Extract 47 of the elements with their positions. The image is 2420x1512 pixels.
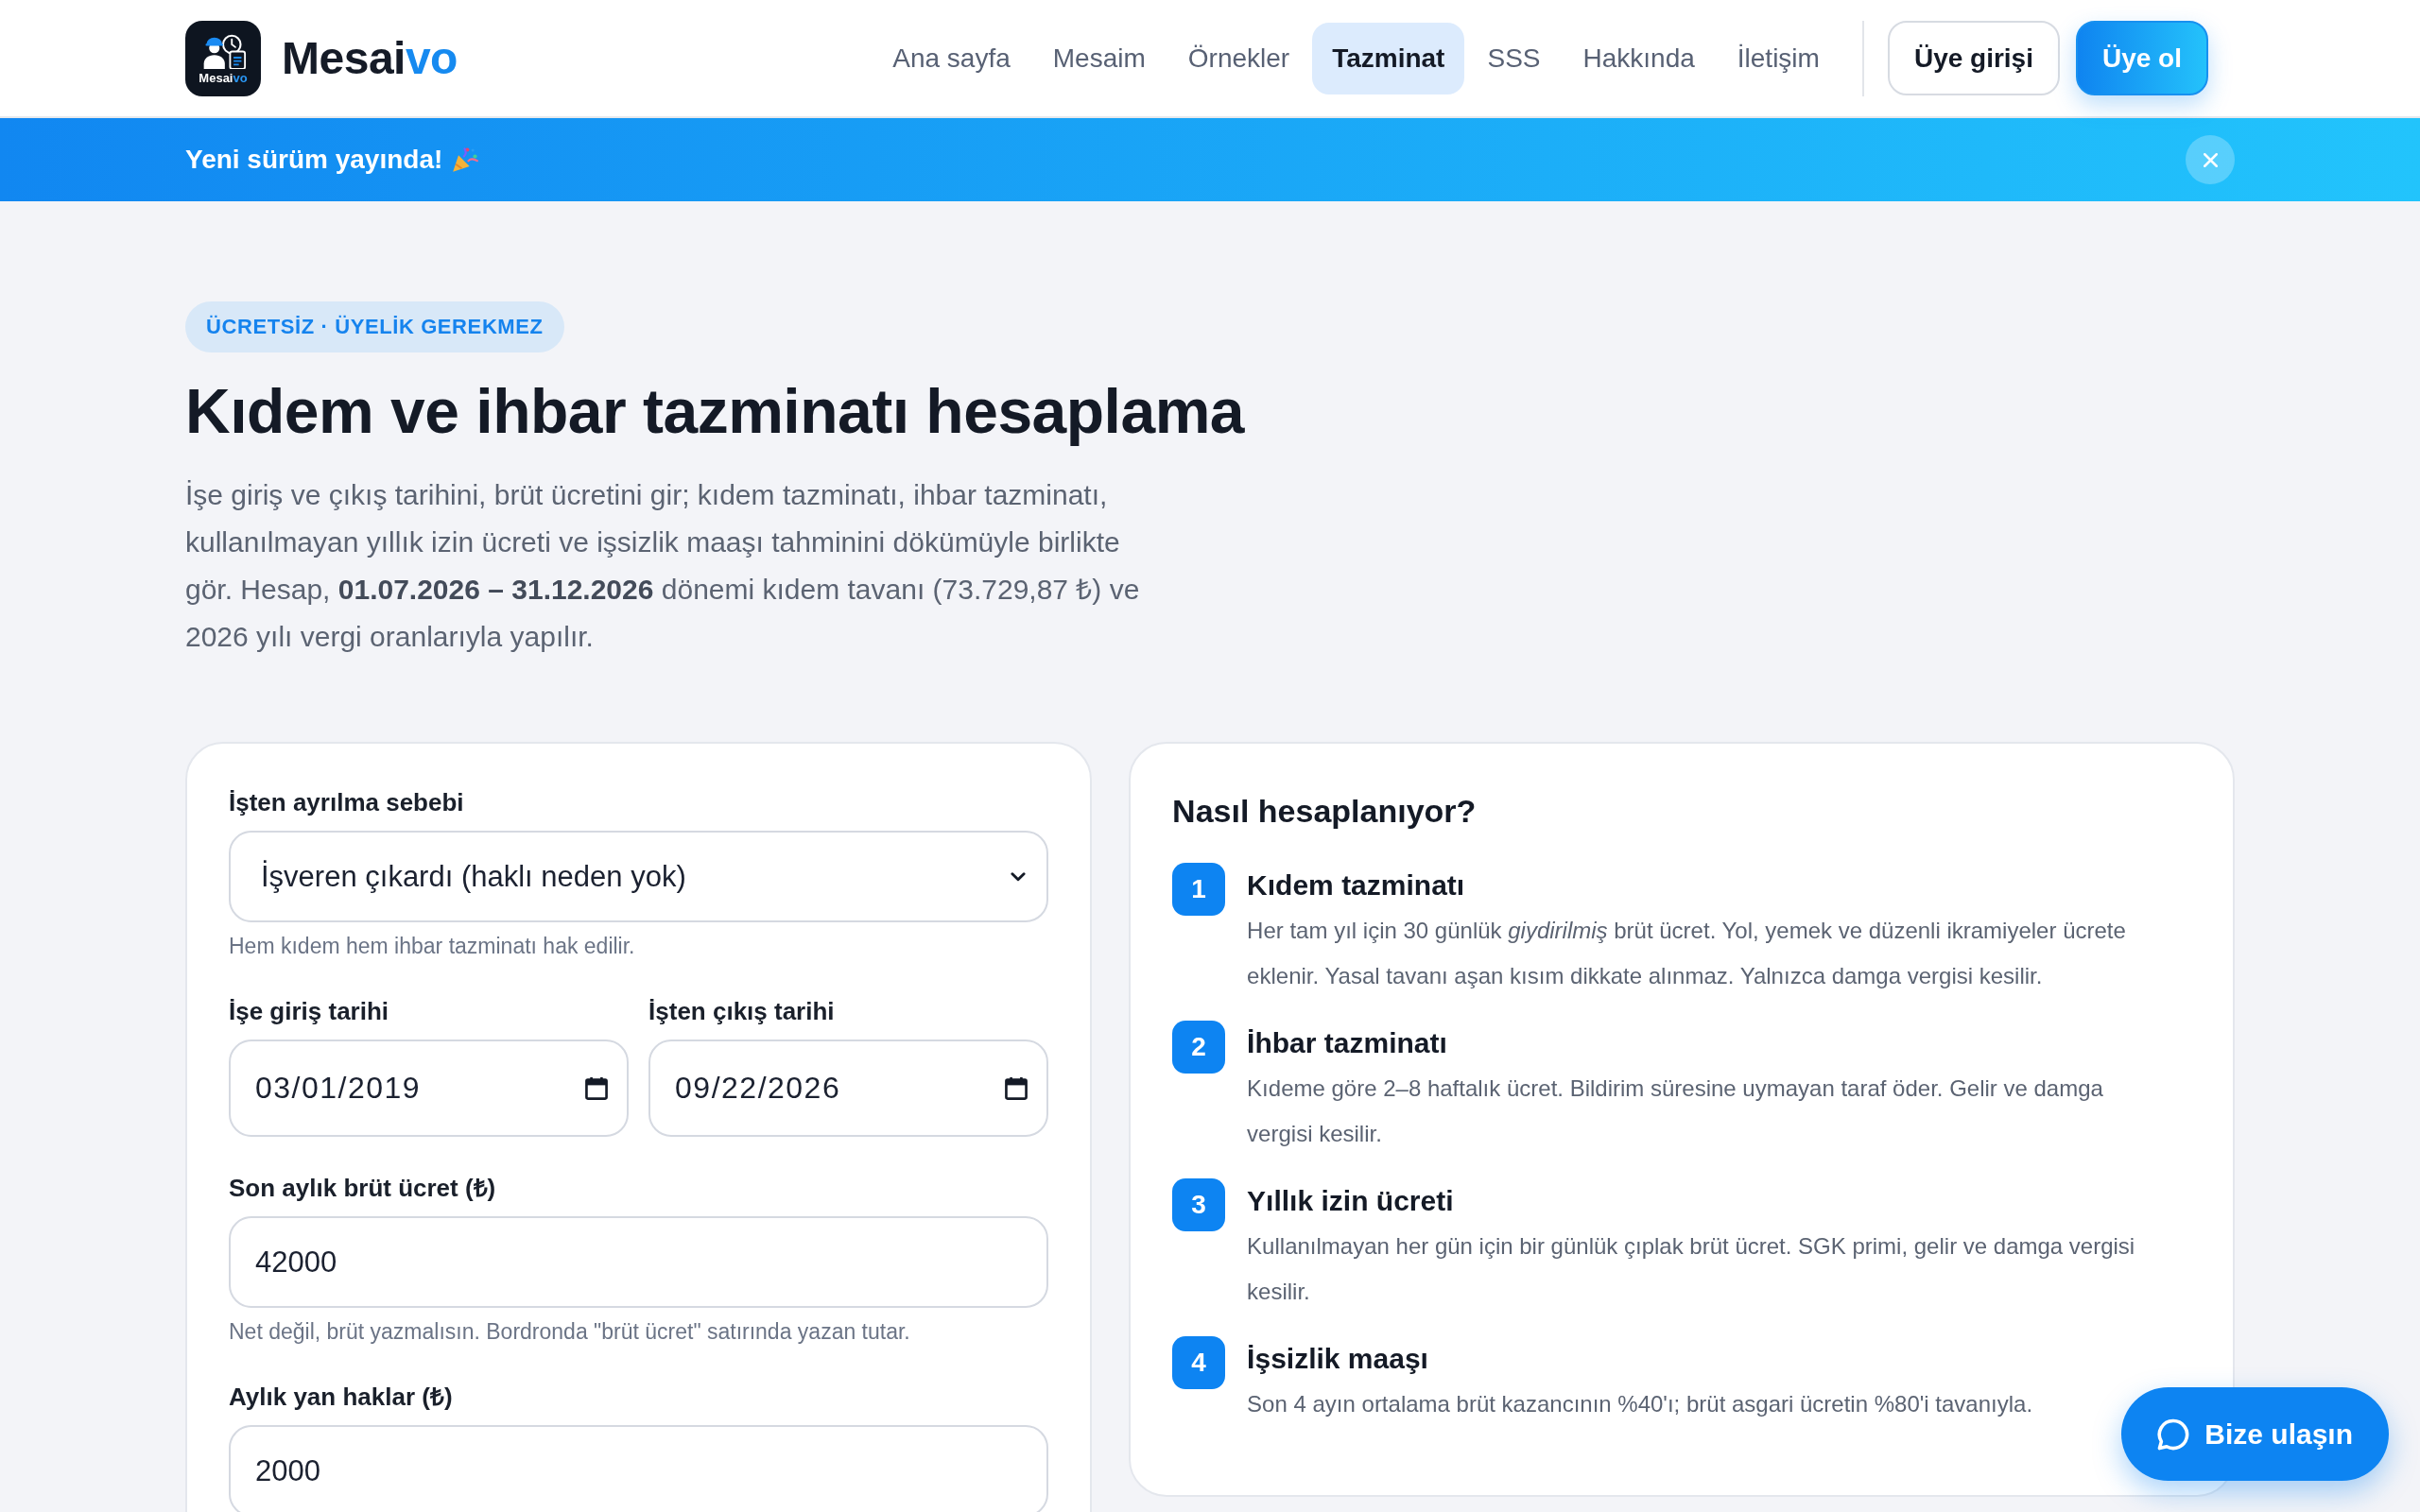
field-label: İşten ayrılma sebebi	[229, 787, 464, 817]
contact-button[interactable]: Bize ulaşın	[2121, 1387, 2389, 1481]
hint-text: Net değil, brüt yazmalısın. Bordronda "brüt ücret" satırında yazan tutar.	[229, 1318, 910, 1346]
step-title: Kıdem tazminatı	[1247, 868, 1465, 902]
step-number: 2	[1172, 1021, 1226, 1074]
nav-link[interactable]: Ana sayfa	[873, 22, 1030, 94]
step-text: Kullanılmayan her gün için bir günlük çıplak brüt ücret. SGK primi, gelir ve damga vergisi kesilir.	[1247, 1232, 2136, 1306]
field-label: İşe giriş tarihi	[229, 996, 389, 1026]
step-title: Yıllık izin ücreti	[1247, 1184, 1454, 1218]
dropdown-select[interactable]: İşveren çıkardı (haklı neden yok)	[229, 831, 1049, 922]
date-input[interactable]: 09/22/2026	[648, 1040, 1049, 1137]
card-title: Nasıl hesaplanıyor?	[1172, 792, 1478, 831]
chevron-down-icon	[1011, 871, 1027, 882]
input-field[interactable]: 2000	[229, 1425, 1049, 1512]
brand-name[interactable]: Mesaivo	[282, 31, 458, 85]
field-label: Aylık yan haklar (₺)	[229, 1382, 453, 1412]
field-label: Son aylık brüt ücret (₺)	[229, 1173, 496, 1203]
close-button[interactable]	[2186, 135, 2235, 184]
step-number: 3	[1172, 1178, 1226, 1231]
calendar-icon	[1005, 1076, 1028, 1100]
login-button[interactable]: Üye girişi	[1887, 21, 2060, 95]
nav-link[interactable]: Tazminat	[1312, 22, 1465, 94]
calendar-icon	[585, 1076, 609, 1100]
logo-tile-text: Mesaivo	[199, 71, 248, 85]
input-field[interactable]: 42000	[229, 1216, 1049, 1308]
hint-text: Hem kıdem hem ihbar tazminatı hak edilir.	[229, 933, 635, 960]
nav-link[interactable]: Örnekler	[1167, 22, 1310, 94]
intro-text: İşe giriş ve çıkış tarihini, brüt ücretini gir; kıdem tazminatı, ihbar tazminatı, kullanılmayan yıllık izin ücreti ve işsizlik maaşı tahminini dökümüyle birlikte gör. Hesap, 01.07.2026 – 31.12.2026 dönemi kıdem tavanı (73.729,87 ₺) ve 2026 yılı vergi oranlarıyla yapılır.	[185, 478, 1141, 654]
close-icon	[2203, 152, 2218, 167]
nav-link[interactable]: Hakkında	[1563, 22, 1715, 94]
date-input[interactable]: 03/01/2019	[229, 1040, 630, 1137]
party-popper-icon	[452, 146, 479, 173]
nav-link[interactable]: Mesaim	[1032, 22, 1166, 94]
step-text: Her tam yıl için 30 günlük giydirilmiş brüt ücret. Yol, yemek ve düzenli ikramiyeler ücrete eklenir. Yasal tavanı aşan kısım dikkate alınmaz. Yalnızca damga vergisi kesilir.	[1247, 917, 2127, 990]
nav-link[interactable]: SSS	[1467, 22, 1561, 94]
step-number: 1	[1172, 863, 1226, 916]
step-text: Son 4 ayın ortalama brüt kazancının %40'ı; brüt asgari ücretin %80'i tavanıyla.	[1247, 1390, 2033, 1418]
step-number: 4	[1172, 1336, 1226, 1389]
tag-label: ÜCRETSİZ · ÜYELİK GEREKMEZ	[185, 301, 564, 352]
field-label: İşten çıkış tarihi	[648, 996, 835, 1026]
nav-link[interactable]: İletişim	[1717, 22, 1840, 94]
step-text: Kıdeme göre 2–8 haftalık ücret. Bildirim süresine uymayan taraf öder. Gelir ve damga vergisi kesilir.	[1247, 1074, 2104, 1148]
banner-text: Yeni sürüm yayında!	[185, 145, 443, 175]
step-title: İşsizlik maaşı	[1247, 1342, 1428, 1376]
chat-bubble-icon	[2157, 1418, 2190, 1451]
step-title: İhbar tazminatı	[1247, 1026, 1447, 1060]
page-title: Kıdem ve ihbar tazminatı hesaplama	[185, 375, 1245, 448]
